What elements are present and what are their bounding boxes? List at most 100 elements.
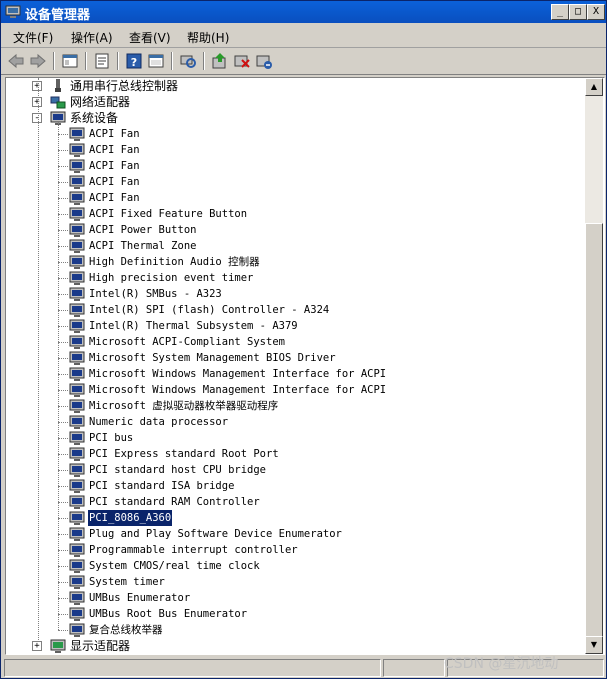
tree-node-label: System timer (89, 576, 165, 588)
menu-bar: 文件(F) 操作(A) 查看(V) 帮助(H) (1, 25, 606, 48)
tree-node-label: Intel(R) SPI (flash) Controller - A324 (89, 304, 330, 316)
tree-node-label: 网络适配器 (70, 95, 131, 109)
menu-view[interactable]: 查看(V) (129, 29, 171, 46)
tree-node-label: High precision event timer (89, 272, 254, 284)
tree-node-label: Plug and Play Software Device Enumerator (89, 528, 342, 540)
expand-toggle[interactable]: + (32, 97, 42, 107)
scroll-up-button[interactable]: ▲ (585, 78, 603, 96)
device-icon (69, 334, 85, 350)
device-manager-icon (5, 5, 21, 18)
tree-node-label: ACPI Fan (89, 128, 140, 140)
device-icon (69, 286, 85, 302)
device-icon (69, 158, 85, 174)
device-icon (69, 414, 85, 430)
device-icon (69, 270, 85, 286)
tree-node-label: ACPI Fan (89, 176, 140, 188)
uninstall-icon[interactable] (233, 52, 251, 70)
minimize-button[interactable]: _ (551, 4, 569, 20)
disable-icon[interactable] (255, 52, 273, 70)
device-icon (69, 478, 85, 494)
tree-node-label: Microsoft ACPI-Compliant System (89, 336, 285, 348)
device-tree-panel: + 通用串行总线控制器 + 网络适配器 - 系统设备 ACPI Fan ACPI Fan ACP… (5, 77, 605, 655)
tree-node-label: ACPI Thermal Zone (89, 240, 197, 252)
tree-node-label: PCI standard RAM Controller (89, 496, 260, 508)
tree-node-label: 复合总线枚举器 (89, 624, 163, 636)
properties-icon[interactable] (93, 52, 111, 70)
device-icon (69, 318, 85, 334)
tree-node-label: 显示适配器 (70, 639, 131, 653)
toolbar: ? (1, 48, 606, 75)
tree-node-label: Microsoft Windows Management Interface f… (89, 368, 387, 380)
tree-node-label: Programmable interrupt controller (89, 544, 298, 556)
device-icon (69, 574, 85, 590)
tree-node-label: Intel(R) Thermal Subsystem - A379 (89, 320, 298, 332)
tree-view-icon[interactable] (61, 52, 79, 70)
tree-node-label: UMBus Root Bus Enumerator (89, 608, 248, 620)
watermark: CSDN @星沉地动 (444, 656, 559, 672)
vertical-scrollbar[interactable]: ▲ ▼ (585, 78, 603, 654)
net-icon (50, 94, 66, 110)
tree-node-label: Intel(R) SMBus - A323 (89, 288, 222, 300)
device-icon (69, 126, 85, 142)
tree-node-label: Microsoft System Management BIOS Driver (89, 352, 336, 364)
help-icon[interactable]: ? (125, 52, 143, 70)
device-icon (69, 510, 85, 526)
device-icon (69, 446, 85, 462)
device-icon (69, 606, 85, 622)
tree-node-label: PCI standard ISA bridge (89, 480, 235, 492)
device-icon (69, 382, 85, 398)
device-icon (69, 222, 85, 238)
tree-node-label: High Definition Audio 控制器 (89, 256, 260, 268)
device-icon (69, 206, 85, 222)
update-driver-icon[interactable] (211, 52, 229, 70)
expand-toggle[interactable]: - (32, 113, 42, 123)
tree-node-label: 通用串行总线控制器 (70, 79, 179, 93)
device-icon (69, 558, 85, 574)
scan-hardware-icon[interactable] (179, 52, 197, 70)
device-icon (69, 526, 85, 542)
window-title: 设备管理器 (25, 8, 91, 23)
tree-node-label: PCI Express standard Root Port (89, 448, 279, 460)
maximize-button[interactable]: □ (569, 4, 587, 20)
scroll-down-button[interactable]: ▼ (585, 636, 603, 654)
device-manager-window: 设备管理器 _ □ X 文件(F) 操作(A) 查看(V) 帮助(H) ? + 通… (0, 0, 607, 679)
tree-node-label: PCI bus (89, 432, 134, 444)
title-bar[interactable]: 设备管理器 _ □ X (1, 1, 606, 23)
tree-node-label: Microsoft 虚拟驱动器枚举器驱动程序 (89, 400, 279, 412)
tree-node-label: PCI standard host CPU bridge (89, 464, 267, 476)
close-button[interactable]: X (587, 4, 605, 20)
device-icon (69, 190, 85, 206)
tree-node-label: Numeric data processor (89, 416, 229, 428)
console-icon[interactable] (147, 52, 165, 70)
scroll-thumb[interactable] (585, 223, 603, 654)
display-icon (50, 638, 66, 654)
device-icon (69, 398, 85, 414)
device-icon (69, 238, 85, 254)
device-tree[interactable]: + 通用串行总线控制器 + 网络适配器 - 系统设备 ACPI Fan ACPI Fan ACP… (6, 78, 584, 654)
device-icon (69, 622, 85, 638)
expand-toggle[interactable]: + (32, 81, 42, 91)
device-icon (69, 430, 85, 446)
tree-node-label: ACPI Power Button (89, 224, 197, 236)
menu-action[interactable]: 操作(A) (71, 29, 113, 46)
tree-node-label: ACPI Fixed Feature Button (89, 208, 248, 220)
tree-node-label: ACPI Fan (89, 192, 140, 204)
svg-text:?: ? (131, 56, 137, 69)
expand-toggle[interactable]: + (32, 641, 42, 651)
device-icon (69, 462, 85, 478)
device-icon (69, 254, 85, 270)
device-icon (69, 542, 85, 558)
tree-node-label: UMBus Enumerator (89, 592, 191, 604)
tree-node-label: ACPI Fan (89, 144, 140, 156)
tree-node-label: ACPI Fan (89, 160, 140, 172)
device-icon (69, 142, 85, 158)
menu-file[interactable]: 文件(F) (13, 29, 53, 46)
device-icon (69, 302, 85, 318)
device-icon (69, 174, 85, 190)
usb-icon (50, 78, 66, 94)
device-icon (69, 366, 85, 382)
back-icon[interactable] (7, 52, 25, 70)
menu-help[interactable]: 帮助(H) (187, 29, 229, 46)
device-icon (69, 350, 85, 366)
forward-icon[interactable] (29, 52, 47, 70)
